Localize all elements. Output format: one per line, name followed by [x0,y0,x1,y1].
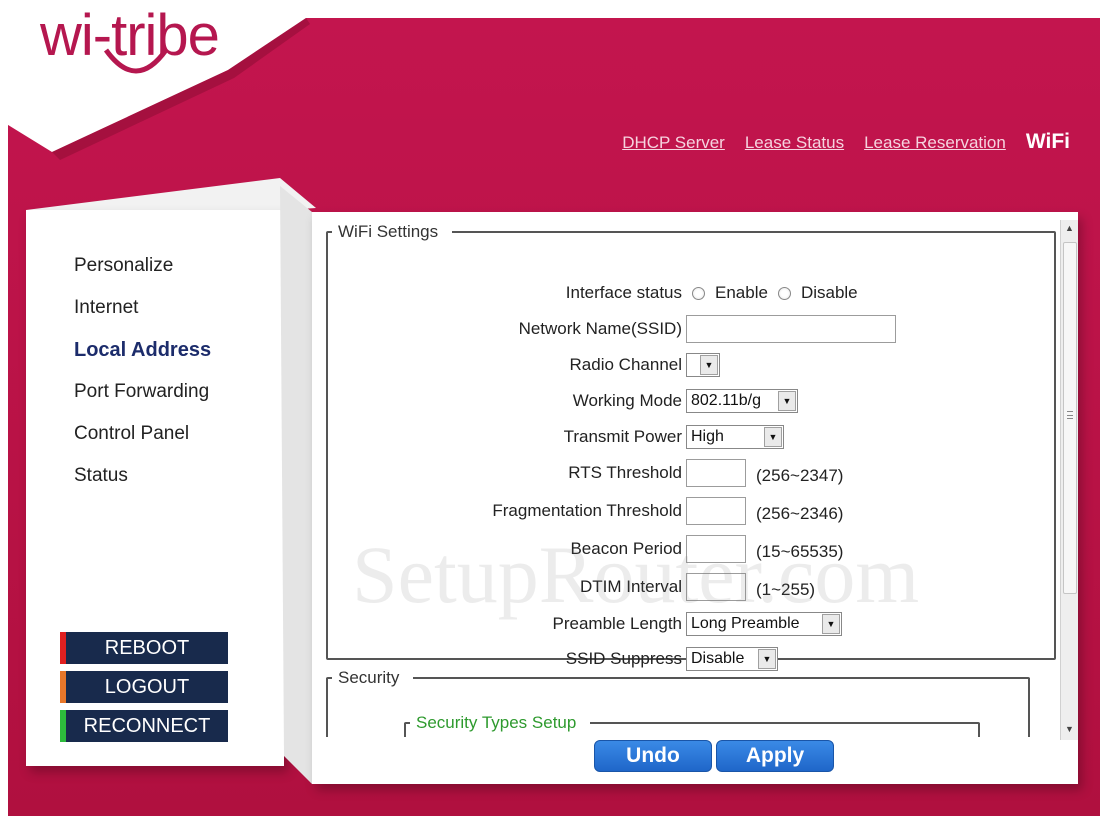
fragmentation-threshold-input[interactable] [686,497,746,525]
chevron-down-icon: ▼ [778,391,796,411]
fragmentation-threshold-hint: (256~2346) [756,504,844,523]
chevron-down-icon: ▼ [822,614,840,634]
scroll-thumb[interactable] [1063,242,1077,594]
sidebar-item-status[interactable]: Status [74,464,211,506]
interface-disable-radio[interactable] [777,286,791,300]
grip-icon [1067,411,1073,419]
rts-threshold-hint: (256~2347) [756,466,844,485]
transmit-power-label: Transmit Power [563,427,682,446]
security-group: Security Security Types Setup [326,668,1030,737]
transmit-power-row: Transmit Power High ▼ [328,422,1058,452]
reboot-button[interactable]: REBOOT [60,632,228,664]
security-legend: Security [338,668,400,687]
ssid-label: Network Name(SSID) [518,319,682,338]
beacon-period-row: Beacon Period (15~65535) [328,534,1058,564]
working-mode-row: Working Mode 802.11b/g ▼ [328,386,1058,416]
main-panel: WiFi Settings Interface status Enable Di… [312,212,1078,784]
undo-button[interactable]: Undo [594,740,712,772]
radio-channel-select[interactable]: ▼ [686,353,720,377]
wifi-settings-group: WiFi Settings Interface status Enable Di… [326,222,1058,671]
scroll-down-icon[interactable]: ▼ [1065,724,1074,734]
preamble-length-row: Preamble Length Long Preamble ▼ [328,609,1058,639]
chevron-down-icon: ▼ [758,649,776,669]
logout-button[interactable]: LOGOUT [60,671,228,703]
fragmentation-threshold-label: Fragmentation Threshold [492,501,682,520]
interface-status-label: Interface status [565,283,682,302]
interface-disable-label: Disable [800,283,858,302]
dtim-interval-input[interactable] [686,573,746,601]
rts-threshold-row: RTS Threshold (256~2347) [328,458,1058,488]
scroll-up-icon[interactable]: ▲ [1065,223,1074,233]
ssid-suppress-label: SSID Suppress [565,649,682,668]
radio-channel-row: Radio Channel ▼ [328,350,1058,380]
preamble-length-label: Preamble Length [552,614,682,633]
settings-scroll-area[interactable]: WiFi Settings Interface status Enable Di… [312,212,1068,737]
fragmentation-threshold-row: Fragmentation Threshold (256~2346) [328,496,1058,526]
dtim-interval-hint: (1~255) [756,580,816,599]
vertical-scrollbar[interactable]: ▲ ▼ [1060,220,1078,740]
beacon-period-label: Beacon Period [570,539,682,558]
reconnect-button[interactable]: RECONNECT [60,710,228,742]
nav-current-wifi: WiFi [1025,130,1070,153]
sidebar-item-personalize[interactable]: Personalize [74,254,211,296]
sidebar-item-internet[interactable]: Internet [74,296,211,338]
chevron-down-icon: ▼ [764,427,782,447]
transmit-power-select[interactable]: High ▼ [686,425,784,449]
ssid-input[interactable] [686,315,896,343]
top-nav: DHCP Server Lease Status Lease Reservati… [622,130,1070,154]
sidebar: Personalize Internet Local Address Port … [26,210,284,766]
working-mode-select[interactable]: 802.11b/g ▼ [686,389,798,413]
rts-threshold-input[interactable] [686,459,746,487]
preamble-length-select[interactable]: Long Preamble ▼ [686,612,842,636]
beacon-period-input[interactable] [686,535,746,563]
nav-link-dhcp-server[interactable]: DHCP Server [622,133,725,153]
wifi-settings-legend: WiFi Settings [338,222,439,241]
dtim-interval-row: DTIM Interval (1~255) [328,572,1058,602]
sidebar-item-local-address[interactable]: Local Address [74,338,211,380]
working-mode-label: Working Mode [572,391,682,410]
radio-channel-label: Radio Channel [569,355,682,374]
apply-button[interactable]: Apply [716,740,834,772]
security-types-legend: Security Types Setup [416,713,577,732]
interface-enable-label: Enable [715,283,768,302]
ssid-row: Network Name(SSID) [328,314,1058,344]
sidebar-menu: Personalize Internet Local Address Port … [74,254,211,506]
sidebar-item-port-forwarding[interactable]: Port Forwarding [74,380,211,422]
interface-enable-radio[interactable] [692,286,705,300]
nav-link-lease-status[interactable]: Lease Status [745,133,844,153]
chevron-down-icon: ▼ [700,355,718,375]
security-types-group: Security Types Setup [404,713,980,737]
interface-status-row: Interface status Enable Disable [328,278,1058,308]
nav-link-lease-reservation[interactable]: Lease Reservation [864,133,1006,153]
rts-threshold-label: RTS Threshold [568,463,682,482]
sidebar-item-control-panel[interactable]: Control Panel [74,422,211,464]
dtim-interval-label: DTIM Interval [579,577,682,596]
beacon-period-hint: (15~65535) [756,542,844,561]
logo-smile-icon [103,48,169,74]
